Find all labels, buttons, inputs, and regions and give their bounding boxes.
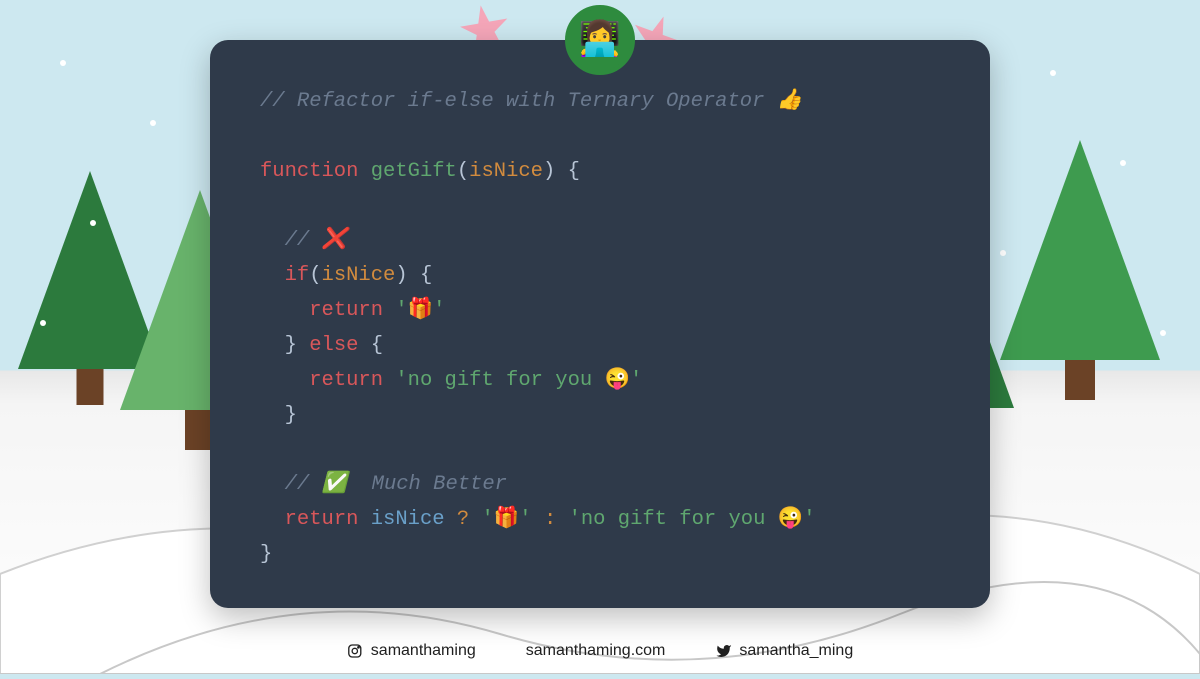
comment-title: // Refactor if-else with Ternary Operato… bbox=[260, 90, 802, 113]
string-gift: '🎁' bbox=[395, 299, 445, 322]
snowflake bbox=[150, 120, 156, 126]
snowflake bbox=[1120, 160, 1126, 166]
snowflake bbox=[1050, 70, 1056, 76]
keyword-return: return bbox=[309, 299, 383, 322]
avatar: 👩‍💻 bbox=[565, 5, 635, 75]
snowflake bbox=[1000, 250, 1006, 256]
operator-q: ? bbox=[457, 508, 469, 531]
keyword-function: function bbox=[260, 160, 358, 183]
comment-good: // ✅ Much Better bbox=[285, 473, 507, 496]
punct: ( bbox=[309, 264, 321, 287]
punct: ) bbox=[395, 264, 407, 287]
punct: } bbox=[285, 334, 297, 357]
footer: samanthaming samanthaming.com samantha_m… bbox=[347, 642, 853, 660]
punct: ) bbox=[543, 160, 555, 183]
punct: ( bbox=[457, 160, 469, 183]
punct: { bbox=[371, 334, 383, 357]
snowflake bbox=[90, 220, 96, 226]
website-text: samanthaming.com bbox=[526, 642, 666, 660]
param-name: isNice bbox=[469, 160, 543, 183]
snowflake bbox=[40, 320, 46, 326]
string-nogift: 'no gift for you 😜' bbox=[395, 369, 642, 392]
var-isnice: isNice bbox=[371, 508, 445, 531]
twitter-text: samantha_ming bbox=[739, 642, 853, 660]
code-card: 👩‍💻 // Refactor if-else with Ternary Ope… bbox=[210, 40, 990, 608]
keyword-else: else bbox=[309, 334, 358, 357]
website-link: samanthaming.com bbox=[526, 642, 666, 660]
keyword-return: return bbox=[285, 508, 359, 531]
keyword-return: return bbox=[309, 369, 383, 392]
code-block: // Refactor if-else with Ternary Operato… bbox=[260, 85, 940, 573]
snowflake bbox=[1160, 330, 1166, 336]
string-gift: '🎁' bbox=[481, 508, 531, 531]
instagram-icon bbox=[347, 643, 363, 659]
comment-bad: // ❌ bbox=[285, 229, 347, 252]
twitter-handle: samantha_ming bbox=[715, 642, 853, 660]
snowflake bbox=[60, 60, 66, 66]
punct: { bbox=[568, 160, 580, 183]
operator-c: : bbox=[544, 508, 556, 531]
twitter-icon bbox=[715, 643, 731, 659]
function-name: getGift bbox=[371, 160, 457, 183]
var-isnice: isNice bbox=[322, 264, 396, 287]
avatar-emoji: 👩‍💻 bbox=[579, 19, 621, 61]
punct: { bbox=[420, 264, 432, 287]
string-nogift: 'no gift for you 😜' bbox=[569, 508, 816, 531]
punct: } bbox=[285, 404, 297, 427]
instagram-handle: samanthaming bbox=[347, 642, 476, 660]
tree-decoration bbox=[1000, 140, 1160, 360]
punct: } bbox=[260, 543, 272, 566]
keyword-if: if bbox=[285, 264, 310, 287]
instagram-text: samanthaming bbox=[371, 642, 476, 660]
